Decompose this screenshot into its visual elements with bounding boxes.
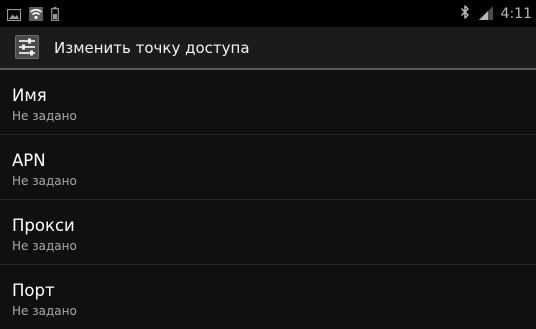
preference-name[interactable]: Имя Не задано: [0, 70, 536, 134]
preference-port[interactable]: Порт Не задано: [0, 265, 536, 329]
wifi-icon: [29, 6, 43, 25]
preference-proxy[interactable]: Прокси Не задано: [0, 200, 536, 264]
bluetooth-icon: [460, 4, 470, 24]
preference-summary: Не задано: [12, 239, 77, 253]
status-clock: 4:11: [500, 6, 532, 22]
preference-summary: Не задано: [12, 174, 77, 188]
preference-label: Порт: [12, 281, 55, 300]
preference-summary: Не задано: [12, 304, 77, 318]
action-bar: Изменить точку доступа: [0, 27, 536, 68]
signal-icon: [478, 5, 493, 24]
page-title: Изменить точку доступа: [54, 39, 250, 57]
notification-icons: [6, 6, 67, 25]
settings-sliders-icon[interactable]: [15, 35, 39, 63]
preference-summary: Не задано: [12, 109, 77, 123]
battery-icon: [51, 6, 59, 25]
status-bar: 4:11: [0, 0, 536, 27]
preference-list: Имя Не задано APN Не задано Прокси Не за…: [0, 70, 536, 329]
preference-label: APN: [12, 151, 46, 170]
preference-label: Прокси: [12, 216, 75, 235]
preference-apn[interactable]: APN Не задано: [0, 135, 536, 199]
system-icons: 4:11: [460, 4, 532, 24]
picture-icon: [6, 6, 22, 25]
preference-label: Имя: [12, 86, 47, 105]
